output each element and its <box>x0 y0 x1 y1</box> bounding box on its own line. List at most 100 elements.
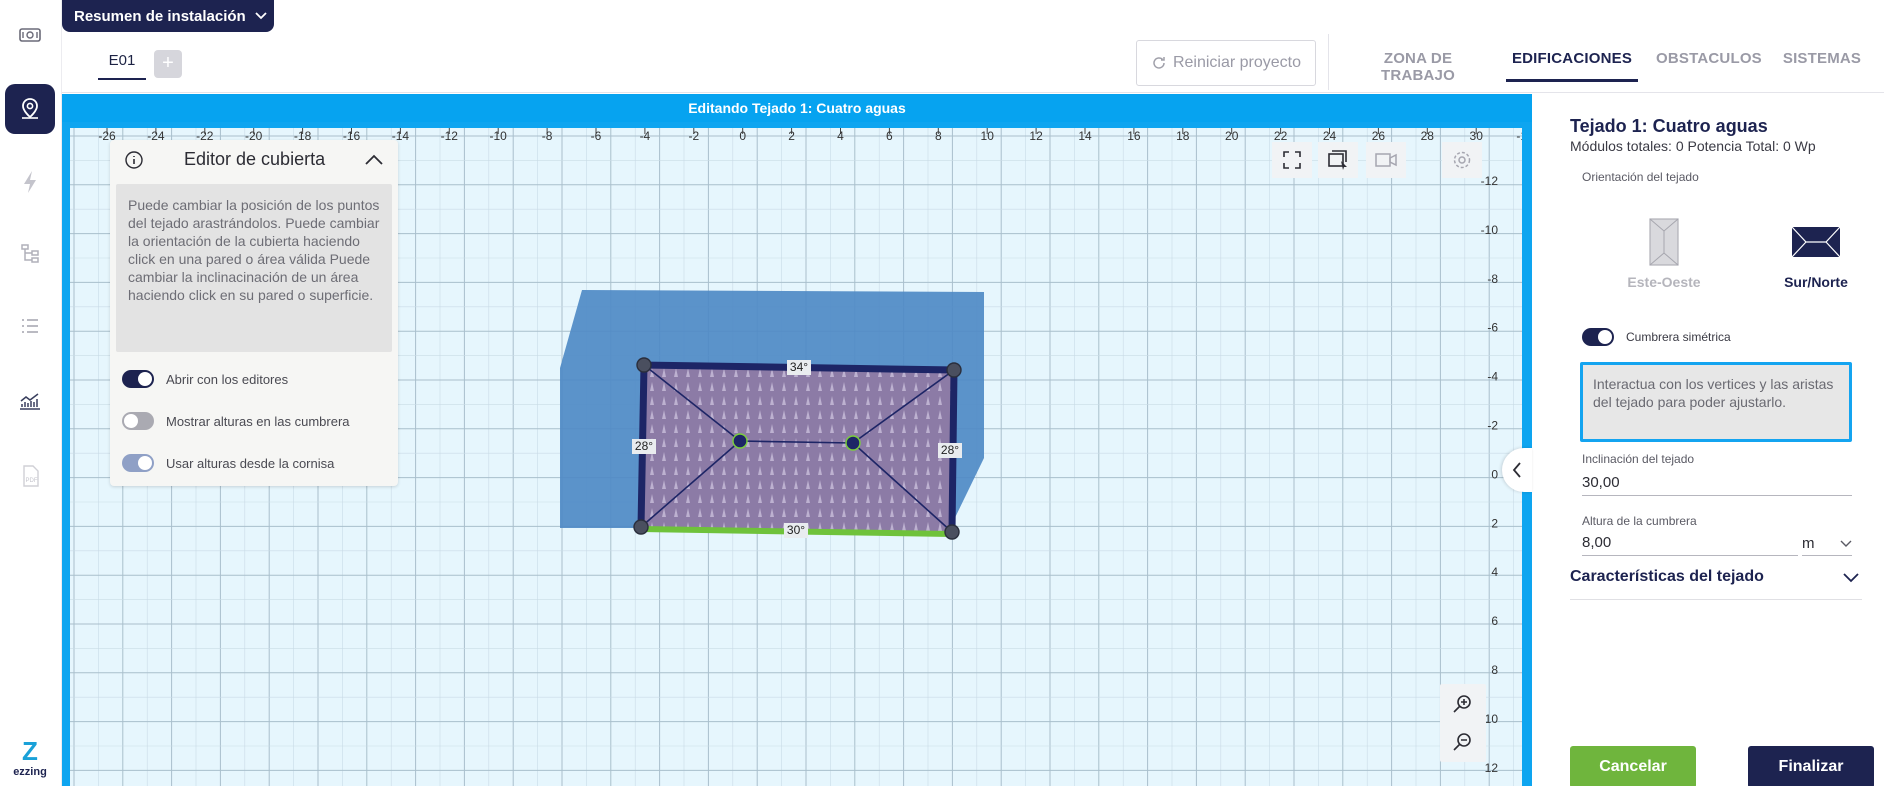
orientation-east-west[interactable]: Este-Oeste <box>1604 218 1724 290</box>
tab-zona-de-trabajo[interactable]: ZONA DE TRABAJO <box>1352 50 1484 84</box>
x-tick-label: 26 <box>1372 129 1386 143</box>
payment-icon[interactable] <box>5 10 55 60</box>
x-tick-label: 18 <box>1176 129 1190 143</box>
installation-summary-dropdown[interactable]: Resumen de instalación <box>62 0 274 32</box>
finish-button[interactable]: Finalizar <box>1748 746 1874 786</box>
zoom-in-icon[interactable] <box>1451 692 1475 716</box>
roof-vertex <box>944 524 960 540</box>
east-west-label: Este-Oeste <box>1627 274 1701 290</box>
show-ridge-heights-toggle[interactable] <box>122 412 154 430</box>
info-icon[interactable] <box>124 150 144 170</box>
roof-editor-title: Editor de cubierta <box>184 149 326 169</box>
y-tick-label: 10 <box>1485 712 1499 726</box>
roof-features-accordion[interactable]: Características del tejado <box>1570 568 1862 600</box>
x-tick-label: 10 <box>981 129 995 143</box>
x-tick-label: 28 <box>1421 129 1435 143</box>
x-tick-label: -8 <box>542 129 553 143</box>
show-ridge-heights-label: Mostrar alturas en las cumbrera <box>166 413 350 429</box>
app-root: PDF Z ezzing Resumen de instalación E01 … <box>0 0 1884 786</box>
x-tick-label: -14 <box>1516 129 1522 143</box>
add-building-button[interactable]: + <box>154 50 182 78</box>
pdf-icon[interactable]: PDF <box>5 451 55 501</box>
select-copy-icon[interactable] <box>1318 142 1358 178</box>
symmetric-ridge-label: Cumbrera simétrica <box>1626 330 1731 344</box>
heights-from-cornice-toggle[interactable] <box>122 454 154 472</box>
orientation-south-north[interactable]: Sur/Norte <box>1756 226 1876 290</box>
roof-hatch <box>641 365 954 532</box>
east-west-roof-icon <box>1649 218 1679 266</box>
south-north-label: Sur/Norte <box>1784 274 1848 290</box>
lightning-icon[interactable] <box>5 157 55 207</box>
editing-banner: Editando Tejado 1: Cuatro aguas <box>62 94 1532 122</box>
roof-vertex <box>633 519 649 535</box>
ridge-unit-select[interactable]: m <box>1802 532 1852 556</box>
header-border <box>62 92 1884 93</box>
x-tick-label: 8 <box>935 129 942 143</box>
chevron-up-icon[interactable] <box>362 148 386 172</box>
angle-label-right: 28° <box>941 443 959 457</box>
y-tick-label: 8 <box>1491 663 1498 677</box>
chevron-down-icon <box>255 12 267 20</box>
option-open-editors[interactable]: Abrir con los editores <box>122 368 288 390</box>
hierarchy-icon[interactable] <box>5 228 55 278</box>
x-tick-label: 24 <box>1323 129 1337 143</box>
ridge-unit-value: m <box>1802 534 1815 552</box>
tab-obstaculos[interactable]: OBSTACULOS <box>1656 50 1762 80</box>
ridge-vertex <box>732 433 748 449</box>
x-tick-label: -4 <box>640 129 651 143</box>
cancel-button[interactable]: Cancelar <box>1570 746 1696 786</box>
top-divider <box>1328 34 1329 90</box>
x-tick-label: 14 <box>1078 129 1092 143</box>
y-tick-label: -4 <box>1487 370 1498 384</box>
x-tick-label: 12 <box>1029 129 1043 143</box>
option-show-ridge-heights[interactable]: Mostrar alturas en las cumbrera <box>122 410 350 432</box>
y-tick-label: -10 <box>1481 223 1499 237</box>
roof-editor-panel: Editor de cubierta Puede cambiar la posi… <box>110 140 398 486</box>
roof-editor-help-text: Puede cambiar la posición de los puntos … <box>116 184 392 352</box>
option-heights-from-cornice[interactable]: Usar alturas desde la cornisa <box>122 452 334 474</box>
roof-vertex <box>636 357 652 373</box>
x-tick-label: 16 <box>1127 129 1141 143</box>
y-tick-label: -6 <box>1487 321 1498 335</box>
installation-summary-label: Resumen de instalación <box>74 7 246 25</box>
adjust-hint-box: Interactua con los vertices y las arista… <box>1580 362 1852 442</box>
y-tick-label: 4 <box>1491 565 1498 579</box>
ridge-height-input[interactable]: 8,00 <box>1582 532 1798 556</box>
chart-icon[interactable] <box>5 376 55 426</box>
roof-summary: Módulos totales: 0 Potencia Total: 0 Wp <box>1570 138 1816 154</box>
settings-icon[interactable] <box>1442 142 1482 178</box>
inclination-input[interactable]: 30,00 <box>1582 472 1852 496</box>
ezzing-logo-mark: Z <box>22 736 38 766</box>
building-tab-e01[interactable]: E01 <box>98 44 146 80</box>
option-symmetric-ridge[interactable]: Cumbrera simétrica <box>1582 326 1731 348</box>
y-tick-label: -8 <box>1487 272 1498 286</box>
y-tick-label: 2 <box>1491 516 1498 530</box>
zoom-out-icon[interactable] <box>1451 730 1475 754</box>
open-editors-label: Abrir con los editores <box>166 371 289 387</box>
list-icon[interactable] <box>5 301 55 351</box>
roof-properties-panel: Tejado 1: Cuatro aguas Módulos totales: … <box>1534 94 1884 786</box>
orientation-label: Orientación del tejado <box>1582 170 1699 184</box>
left-rail: PDF Z ezzing <box>0 0 62 786</box>
symmetric-ridge-toggle[interactable] <box>1582 328 1614 346</box>
tab-edificaciones[interactable]: EDIFICACIONES <box>1506 50 1638 82</box>
ezzing-logo: Z ezzing <box>2 736 58 786</box>
x-tick-label: 4 <box>837 129 844 143</box>
roof-title: Tejado 1: Cuatro aguas <box>1570 116 1768 136</box>
chevron-down-icon <box>1843 573 1859 583</box>
reset-project-button[interactable]: Reiniciar proyecto <box>1136 40 1316 86</box>
inclination-label: Inclinación del tejado <box>1582 452 1695 466</box>
x-tick-label: 20 <box>1225 129 1239 143</box>
roof-editor-header[interactable]: Editor de cubierta <box>110 140 398 180</box>
fullscreen-icon[interactable] <box>1272 142 1312 178</box>
tab-sistemas[interactable]: SISTEMAS <box>1782 50 1862 80</box>
chevron-down-icon <box>1840 540 1852 547</box>
location-pin-icon[interactable] <box>5 84 55 134</box>
x-tick-label: 0 <box>739 129 746 143</box>
y-tick-label: -2 <box>1487 419 1498 433</box>
open-editors-toggle[interactable] <box>122 370 154 388</box>
reset-project-label: Reiniciar proyecto <box>1172 54 1302 71</box>
angle-label-left: 28° <box>635 439 653 453</box>
camera-icon[interactable] <box>1366 142 1406 178</box>
chevron-left-icon <box>1512 462 1521 478</box>
